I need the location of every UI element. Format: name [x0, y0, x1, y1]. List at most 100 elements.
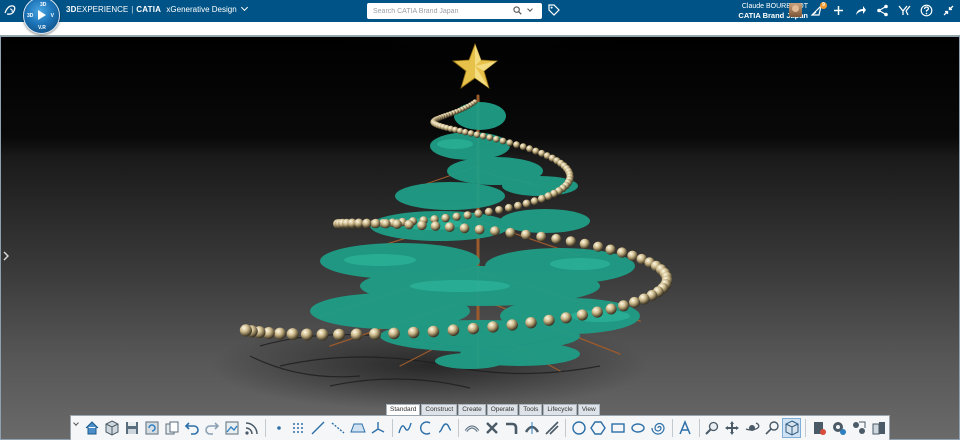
pan-icon[interactable] — [723, 418, 742, 438]
tag-icon[interactable] — [548, 4, 560, 16]
action-bar — [70, 415, 890, 440]
dashed-line-icon[interactable] — [329, 418, 348, 438]
toolbar-separator — [565, 419, 567, 437]
look-icon[interactable] — [762, 418, 781, 438]
search-input[interactable] — [373, 5, 503, 17]
rectangle-icon[interactable] — [609, 418, 628, 438]
rotate-icon[interactable] — [742, 418, 761, 438]
curve-icon[interactable] — [436, 418, 455, 438]
save-icon[interactable] — [123, 418, 142, 438]
garland-bead — [490, 226, 500, 237]
text-icon[interactable] — [676, 418, 695, 438]
polygon-icon[interactable] — [589, 418, 608, 438]
tab-lifecycle[interactable]: Lifecycle — [543, 404, 577, 415]
tab-tools[interactable]: Tools — [519, 404, 543, 415]
garland-bead — [300, 328, 313, 341]
play-icon — [38, 10, 46, 20]
cube-icon[interactable] — [103, 418, 122, 438]
ds-logo-icon[interactable] — [4, 3, 18, 17]
top-bar: 3D 3D V V.R 3DEXPERIENCE | CATIA xGenerati… — [0, 0, 960, 34]
garland-bead — [493, 135, 500, 143]
sweep-icon[interactable] — [462, 418, 481, 438]
search-box[interactable] — [367, 3, 542, 19]
twist-icon[interactable] — [482, 418, 501, 438]
render-icon[interactable] — [849, 418, 868, 438]
share-icon[interactable] — [854, 4, 867, 17]
toolbar-separator — [805, 419, 807, 437]
tab-standard[interactable]: Standard — [386, 404, 421, 415]
search-options-chevron-icon[interactable] — [527, 6, 533, 12]
garland-bead — [579, 238, 590, 249]
zoom-icon[interactable] — [703, 418, 722, 438]
garland-bead — [484, 207, 493, 216]
axis-icon[interactable] — [369, 418, 388, 438]
garland-bead — [605, 244, 616, 255]
action-bar-collapse-icon[interactable] — [73, 418, 79, 438]
app-name: xGenerative Design — [166, 5, 237, 14]
display-icon[interactable] — [869, 418, 888, 438]
3d-viewport[interactable] — [0, 36, 960, 440]
garland-bead — [350, 328, 363, 341]
garland-bead — [506, 139, 514, 147]
document-icon[interactable] — [809, 418, 828, 438]
arc-icon[interactable] — [416, 418, 435, 438]
toolbar-separator — [671, 419, 673, 437]
platform-name: EXPERIENCE — [76, 5, 129, 14]
collapse-icon[interactable] — [942, 4, 955, 17]
view-cube-icon[interactable] — [782, 418, 802, 438]
action-bar-tabs: Standard Construct Create Operate Tools … — [386, 404, 601, 415]
garland-bead — [362, 218, 372, 228]
settings-icon[interactable] — [829, 418, 848, 438]
feed-icon[interactable] — [242, 418, 261, 438]
undo-icon[interactable] — [182, 418, 201, 438]
garland-bead — [371, 218, 381, 229]
garland-bead — [543, 314, 555, 326]
network-icon[interactable] — [876, 4, 889, 17]
redo-icon[interactable] — [202, 418, 221, 438]
line-icon[interactable] — [309, 418, 328, 438]
ellipse-icon[interactable] — [629, 418, 648, 438]
point-icon[interactable] — [269, 418, 288, 438]
search-icon[interactable] — [513, 6, 522, 15]
home-icon[interactable] — [83, 418, 102, 438]
compass-bottom-label: V.R — [38, 25, 46, 31]
chevron-down-icon[interactable] — [240, 3, 248, 12]
garland-bead — [499, 137, 507, 145]
garland-bead — [593, 241, 604, 252]
copy-icon[interactable] — [162, 418, 181, 438]
tab-operate[interactable]: Operate — [486, 404, 519, 415]
tab-view[interactable]: View — [577, 404, 600, 415]
toolbar-separator — [458, 419, 460, 437]
apps-icon[interactable] — [898, 4, 911, 17]
trim-icon[interactable] — [542, 418, 561, 438]
garland-bead — [605, 303, 617, 315]
blend-icon[interactable] — [502, 418, 521, 438]
image-icon[interactable] — [222, 418, 241, 438]
title-separator: | — [131, 5, 134, 14]
add-icon[interactable] — [832, 4, 845, 17]
tab-create[interactable]: Create — [458, 404, 486, 415]
spiral-icon[interactable] — [649, 418, 668, 438]
plane-icon[interactable] — [349, 418, 368, 438]
split-icon[interactable] — [522, 418, 541, 438]
garland-bead — [274, 327, 286, 340]
help-icon[interactable] — [920, 4, 933, 17]
garland-bead — [473, 131, 481, 138]
header-strip — [0, 22, 960, 36]
avatar[interactable] — [789, 3, 802, 17]
garland-bead — [537, 194, 546, 203]
garland-bead — [506, 319, 518, 331]
garland-bead — [452, 212, 461, 221]
platform-bold: 3D — [66, 5, 77, 14]
refresh-icon[interactable] — [143, 418, 162, 438]
garland-bead — [487, 321, 499, 333]
garland-bead — [525, 317, 537, 329]
circle-icon[interactable] — [569, 418, 588, 438]
app-title[interactable]: 3DEXPERIENCE | CATIA xGenerative Design — [66, 3, 248, 14]
compass-left-label: 3D — [27, 13, 34, 19]
grid-points-icon[interactable] — [289, 418, 308, 438]
tab-construct[interactable]: Construct — [421, 404, 458, 415]
panel-expand-chevron-icon[interactable] — [2, 251, 10, 261]
spline-icon[interactable] — [396, 418, 415, 438]
toolbar-separator — [265, 419, 267, 437]
